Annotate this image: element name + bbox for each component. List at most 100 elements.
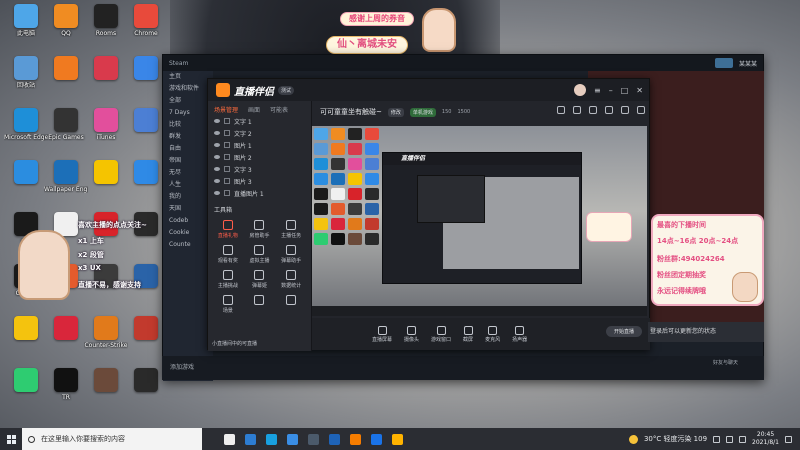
taskbar-app-icon[interactable] xyxy=(266,433,277,445)
scene-item[interactable]: 文字 1 xyxy=(208,115,311,127)
scene-item[interactable]: 文字 3 xyxy=(208,163,311,175)
scene-item[interactable]: 图片 3 xyxy=(208,175,311,187)
source-button[interactable]: 直播屏幕 xyxy=(372,325,392,343)
source-button[interactable]: 游戏窗口 xyxy=(431,325,451,343)
steam-sidebar-item[interactable]: Codeb xyxy=(163,215,213,227)
start-button[interactable] xyxy=(0,428,22,450)
eye-icon[interactable] xyxy=(214,167,220,171)
desktop-icon[interactable]: TR xyxy=(44,368,88,401)
desktop-icon[interactable]: Microsoft Edge xyxy=(4,108,48,141)
gift-icon[interactable] xyxy=(589,106,597,114)
desktop-icon[interactable] xyxy=(4,160,48,186)
lock-icon[interactable] xyxy=(224,130,230,136)
lock-icon[interactable] xyxy=(224,142,230,148)
lock-icon[interactable] xyxy=(224,154,230,160)
steam-sidebar-item[interactable]: 全部 xyxy=(163,95,213,107)
taskbar-app-icon[interactable] xyxy=(329,433,340,445)
desktop-icon[interactable] xyxy=(4,368,48,394)
taskbar-app-icon[interactable] xyxy=(392,433,403,445)
eye-icon[interactable] xyxy=(214,131,220,135)
tool-item[interactable]: 数据统计 xyxy=(275,270,307,289)
source-button[interactable]: 摄像头 xyxy=(404,325,419,343)
settings-icon[interactable] xyxy=(573,106,581,114)
steam-username[interactable]: 某某某 xyxy=(739,59,757,68)
eye-icon[interactable] xyxy=(214,155,220,159)
steam-announce-button[interactable] xyxy=(714,58,733,68)
source-button[interactable]: 截屏 xyxy=(463,325,473,343)
taskbar-search[interactable]: 在这里输入你要搜索的内容 xyxy=(22,428,202,450)
close-icon[interactable]: ✕ xyxy=(636,86,643,95)
desktop-icon[interactable]: 回收站 xyxy=(4,56,48,89)
menu-icon[interactable]: ≡ xyxy=(594,86,601,95)
tab-screen[interactable]: 画面 xyxy=(248,105,260,114)
desktop-icon[interactable] xyxy=(4,316,48,342)
desktop-icon[interactable]: Rooms xyxy=(84,4,128,37)
taskbar-app-icon[interactable] xyxy=(287,433,298,445)
friends-chat-button[interactable]: 好友与聊天 xyxy=(713,356,738,368)
desktop-icon[interactable] xyxy=(84,56,128,82)
tool-item[interactable]: 直播礼物 xyxy=(212,220,244,239)
desktop-icon[interactable] xyxy=(84,160,128,186)
desktop-icon[interactable]: 此电脑 xyxy=(4,4,48,37)
tray-chevron-icon[interactable] xyxy=(713,435,721,443)
desktop-icon[interactable] xyxy=(44,56,88,82)
desktop-icon[interactable]: QQ xyxy=(44,4,88,37)
network-icon[interactable] xyxy=(726,435,734,443)
desktop-icon[interactable]: Wallpaper Engine xyxy=(44,160,88,193)
scene-item[interactable]: 文字 2 xyxy=(208,127,311,139)
steam-sidebar-item[interactable]: 人生 xyxy=(163,179,213,191)
tool-item[interactable]: 弹幕姬 xyxy=(244,270,276,289)
taskbar-app-icon[interactable] xyxy=(350,433,361,445)
tab-possible[interactable]: 可能表 xyxy=(270,105,288,114)
taskbar-app-icon[interactable] xyxy=(224,433,235,445)
source-button[interactable]: 扬声器 xyxy=(512,325,527,343)
steam-sidebar-item[interactable]: 游戏和软件 xyxy=(163,83,213,95)
lock-icon[interactable] xyxy=(224,118,230,124)
taskbar-app-icon[interactable] xyxy=(371,433,382,445)
eye-icon[interactable] xyxy=(214,143,220,147)
eye-icon[interactable] xyxy=(214,179,220,183)
edit-chip[interactable]: 修改 xyxy=(387,107,404,117)
maximize-icon[interactable]: □ xyxy=(621,86,629,95)
eye-icon[interactable] xyxy=(214,119,220,123)
lock-icon[interactable] xyxy=(224,166,230,172)
steam-sidebar-item[interactable]: 天国 xyxy=(163,203,213,215)
steam-sidebar-item[interactable]: 比较 xyxy=(163,119,213,131)
scene-item[interactable]: 图片 1 xyxy=(208,139,311,151)
scene-item[interactable]: 直播图片 1 xyxy=(208,187,311,199)
tool-item[interactable]: 弹幕助手 xyxy=(275,245,307,264)
lock-icon[interactable] xyxy=(224,178,230,184)
desktop-icon[interactable]: Chrome xyxy=(124,4,168,37)
eye-icon[interactable] xyxy=(214,191,220,195)
bell-icon[interactable] xyxy=(605,106,613,114)
lock-icon[interactable] xyxy=(224,190,230,196)
steam-sidebar-item[interactable]: 无尽 xyxy=(163,167,213,179)
tool-item[interactable]: 虚拟主播 xyxy=(244,245,276,264)
taskbar-app-icon[interactable] xyxy=(308,433,319,445)
scene-item[interactable]: 图片 2 xyxy=(208,151,311,163)
weather-text[interactable]: 30°C 轻度污染 109 xyxy=(644,434,707,444)
steam-sidebar-item[interactable]: 自由 xyxy=(163,143,213,155)
desktop-icon[interactable] xyxy=(84,368,128,394)
steam-sidebar-item[interactable]: 群发 xyxy=(163,131,213,143)
share-icon[interactable] xyxy=(557,106,565,114)
lock-icon[interactable] xyxy=(621,106,629,114)
clock[interactable]: 20:45 2021/8/1 xyxy=(752,431,779,447)
volume-icon[interactable] xyxy=(739,435,747,443)
area-chip[interactable]: 单机游戏 xyxy=(409,107,436,117)
gear-icon[interactable] xyxy=(637,106,645,114)
login-status[interactable]: 登录后可以更新您的状态 xyxy=(648,322,764,342)
tool-item[interactable]: 观看有奖 xyxy=(212,245,244,264)
user-avatar[interactable] xyxy=(574,84,587,96)
desktop-icon[interactable]: iTunes xyxy=(84,108,128,141)
source-button[interactable]: 麦克风 xyxy=(485,325,500,343)
steam-sidebar-item[interactable]: 帝国 xyxy=(163,155,213,167)
taskbar-app-icon[interactable] xyxy=(245,433,256,445)
steam-sidebar-item[interactable]: 主页 xyxy=(163,71,213,83)
tool-item[interactable]: 主播任务 xyxy=(275,220,307,239)
steam-sidebar-item[interactable]: 我的 xyxy=(163,191,213,203)
desktop-icon[interactable] xyxy=(44,316,88,342)
steam-sidebar-item[interactable]: Counte xyxy=(163,239,213,251)
steam-sidebar-item[interactable]: Cookie xyxy=(163,227,213,239)
room-title[interactable]: 可可童童坐有触碰~ xyxy=(320,107,382,117)
